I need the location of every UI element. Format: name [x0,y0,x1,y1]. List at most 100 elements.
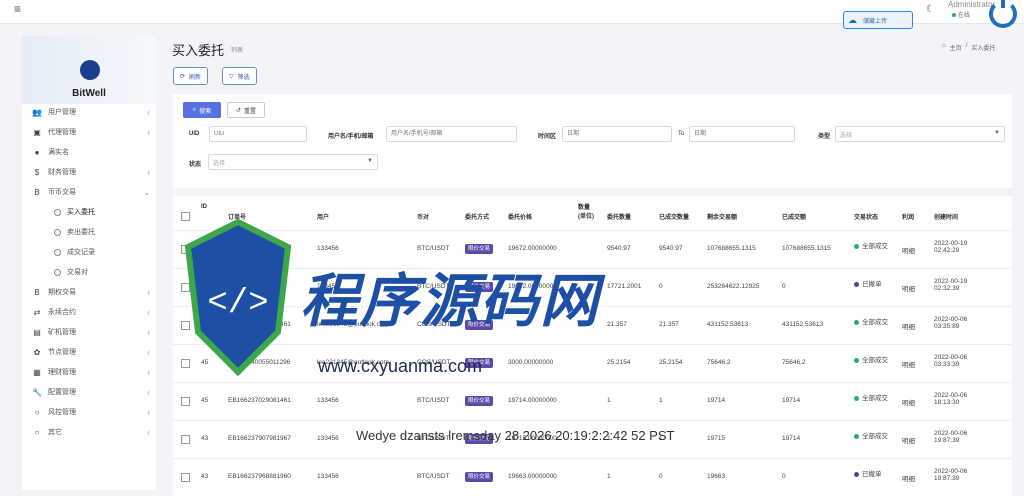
gear-icon: ✿ [33,347,41,357]
sidebar-item-label: 代理管理 [48,129,76,136]
col-method[interactable]: 委托方式 [465,212,489,221]
sidebar-item-miners[interactable]: ▤ 矿机管理 ‹ [22,322,156,342]
admin-name[interactable]: Administrator [948,0,995,9]
image-icon: ▤ [33,327,41,337]
cell-profit[interactable]: 明细 [902,321,915,331]
table-row[interactable]: 45 EB166240055011296 lee221345@outlook.com… [173,344,1012,382]
cell-time: 2022-00-06 03:35:89 [934,316,968,330]
top-bar: ≡ ☁ 储藏上传 ☾ Administrator 在线 [0,0,1024,29]
cell-qty: 17721.2001 [607,283,642,290]
cell-price: 19714.00000000 [508,397,557,404]
breadcrumb-home[interactable]: 主页 [950,43,962,52]
sidebar-sub-sell-orders[interactable]: 卖出委托 [22,222,156,242]
cell-price: 19663.00000000 [508,473,557,480]
time-to: To [678,131,685,137]
sidebar-item-label: 财务管理 [48,169,76,176]
row-checkbox[interactable] [181,245,190,254]
sidebar-item-perpetual[interactable]: ⇄ 永续合约 ‹ [22,302,156,322]
col-remaining[interactable]: 剩余交易额 [707,212,737,221]
col-amount[interactable]: 已成交额 [782,212,806,221]
hamburger-menu-icon[interactable]: ≡ [14,2,21,16]
power-icon[interactable] [989,0,1017,28]
reset-button[interactable]: ↺ 重置 [227,102,265,118]
cloud-icon: ☁ [848,14,857,25]
col-qty[interactable]: 委托数量 [607,212,631,221]
row-checkbox[interactable] [181,359,190,368]
row-checkbox[interactable] [181,321,190,330]
status-select[interactable]: 选择 ▼ [208,154,378,170]
cell-amount: 431152.53613 [782,321,824,328]
status-badge: 全部成交 [854,354,890,364]
type-select[interactable]: 选择 ▼ [835,126,1005,142]
table-row[interactable]: 46 EB166240723921461 lee221345@outlook.com… [173,306,1012,344]
col-filled[interactable]: 已成交数量 [659,212,689,221]
col-order[interactable]: 订单号 [228,212,246,221]
sidebar-item-spot[interactable]: B 币币交易 ⌄ [22,182,156,202]
sidebar-item-finance[interactable]: $ 财务管理 ‹ [22,162,156,182]
cell-profit[interactable]: 明细 [902,435,915,445]
sidebar-sub-trades[interactable]: 成交记录 [22,242,156,262]
col-price[interactable]: 委托价格 [508,212,532,221]
cell-user: 133456 [317,473,339,480]
cell-profit[interactable]: 明细 [902,245,915,255]
cell-profit[interactable]: 明细 [902,397,915,407]
refresh-button[interactable]: ⟳ 刷新 [173,67,209,85]
sidebar-item-risk[interactable]: ○ 风控管理 ‹ [22,402,156,422]
cell-profit[interactable]: 明细 [902,283,915,293]
table-row[interactable]: EB166237...821 133456 BTC/USDT 19672.000000… [173,268,1012,306]
sidebar-item-users[interactable]: 👥 用户管理 ‹ [22,102,156,122]
row-checkbox[interactable] [181,397,190,406]
filter-button[interactable]: ▽ 筛选 [222,67,257,85]
table-row[interactable]: EB166237...589 133456 BTC/USDT 19672.000000… [173,230,1012,268]
bitwell-logo [80,60,100,80]
time-end-input[interactable] [689,126,795,142]
account-input[interactable] [386,126,517,142]
table-row[interactable]: 43 EB166237968881960 133456 BTC/USDT 19663.0… [173,458,1012,496]
breadcrumb-separator: / [965,43,968,49]
table-row[interactable]: 45 EB166237029081461 133456 BTC/USDT 19714.0… [173,382,1012,420]
cell-profit[interactable]: 明细 [902,473,915,483]
cell-pair: BTC/USDT [417,397,450,404]
col-id[interactable]: ID [201,204,207,210]
col-pair[interactable]: 币对 [417,212,429,221]
status-text: 全部成交 [862,357,888,364]
sidebar-sub-label: 交易对 [67,269,88,276]
select-all-checkbox[interactable] [181,212,190,221]
page-title: 买入委托 [172,43,225,58]
cell-user: lee221345@outlook.com [317,321,390,328]
sidebar-sub-buy-orders[interactable]: 买入委托 [22,202,156,222]
cell-order: EB166237...821 [228,283,275,290]
row-checkbox[interactable] [181,435,190,444]
sidebar-item-label: 风控管理 [48,409,76,416]
chevron-left-icon: ‹ [147,167,150,177]
sidebar-item-wealth[interactable]: ▦ 理财管理 ‹ [22,362,156,382]
chevron-left-icon: ‹ [147,127,150,137]
sidebar-item-options[interactable]: B 期权交易 ‹ [22,282,156,302]
sidebar-item-kyc[interactable]: ● 满实名 [22,142,156,162]
col-user[interactable]: 用户 [317,212,329,221]
top-upload-button[interactable]: ☁ 储藏上传 [843,11,913,29]
cell-profit[interactable]: 明细 [902,359,915,369]
search-button[interactable]: ⌕ 搜索 [183,102,221,118]
brand-area: BitWell [22,36,156,104]
col-unit[interactable]: 数量(单位) [578,202,594,220]
uid-input[interactable] [209,126,307,142]
sidebar-item-agents[interactable]: ▣ 代理管理 ‹ [22,122,156,142]
sidebar-item-config[interactable]: 🔧 配置管理 ‹ [22,382,156,402]
method-badge: 限价交易 [465,244,494,254]
sidebar-sub-pairs[interactable]: 交易对 [22,262,156,282]
status-badge: 全部成交 [854,430,890,440]
sidebar-item-nodes[interactable]: ✿ 节点管理 ‹ [22,342,156,362]
row-checkbox[interactable] [181,473,190,482]
col-profit[interactable]: 利润 [902,212,914,221]
status-badge: 已撤单 [854,278,890,288]
col-time[interactable]: 创建时间 [934,212,958,221]
theme-toggle-icon[interactable]: ☾ [926,4,935,15]
time-label: 时间区 [538,134,557,140]
col-status[interactable]: 交易状态 [854,212,878,221]
time-start-input[interactable] [562,126,672,142]
status-filter-label: 状态 [189,162,202,168]
type-label: 类型 [818,134,831,140]
row-checkbox[interactable] [181,283,190,292]
sidebar-item-other[interactable]: ○ 其它 ‹ [22,422,156,442]
